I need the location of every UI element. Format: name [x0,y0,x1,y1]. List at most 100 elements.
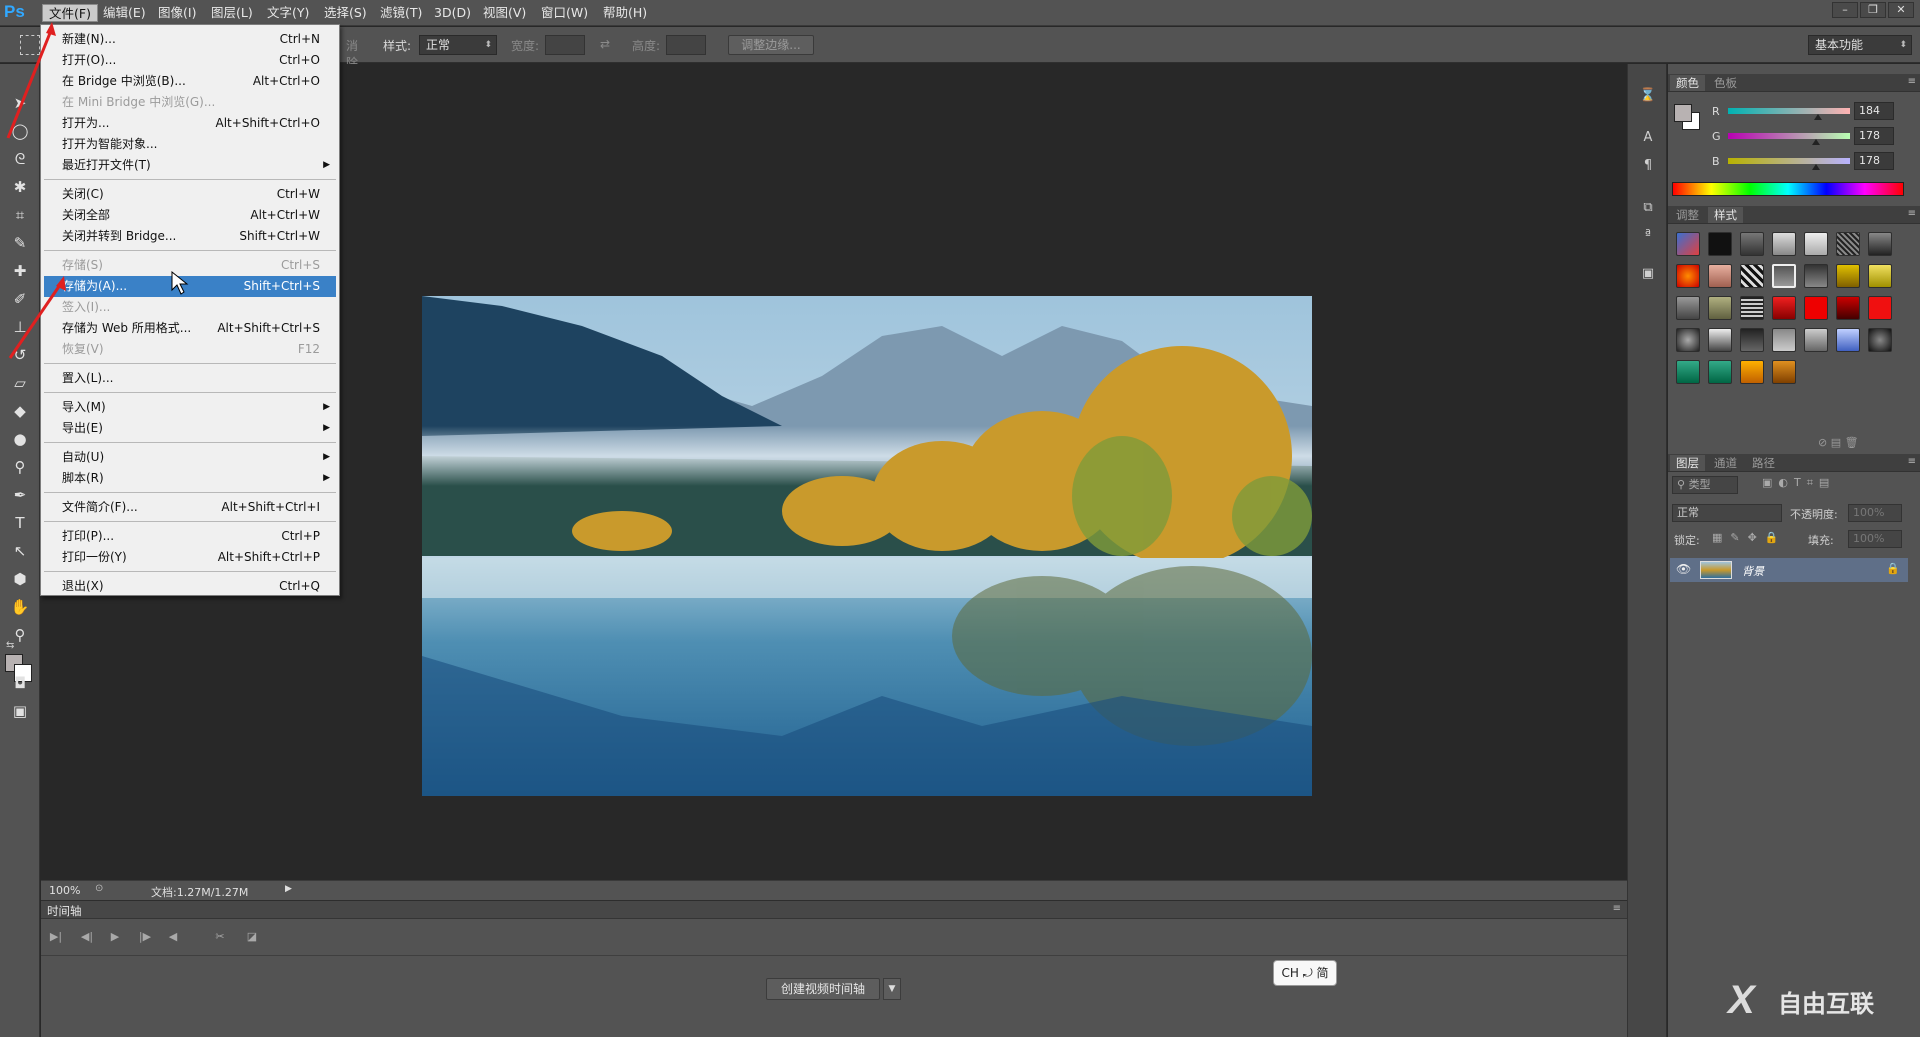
file-menu-item[interactable]: 最近打开文件(T) ▶ [44,155,336,176]
file-menu-item[interactable]: 关闭全部 Alt+Ctrl+W [44,205,336,226]
workspace-select[interactable]: 基本功能 ⬍ [1808,35,1912,55]
pen-icon[interactable]: ✒ [8,484,32,506]
history-panel-icon[interactable]: ⌛ [1638,86,1658,106]
crop-icon[interactable]: ⌗ [8,204,32,226]
style-swatch[interactable] [1772,328,1796,352]
play-icon[interactable]: ▶ [106,930,124,946]
style-swatch[interactable] [1740,296,1764,320]
tab-styles[interactable]: 样式 [1708,207,1743,223]
menu-type[interactable]: 文字(Y) [261,4,315,22]
file-menu-item[interactable]: 文件简介(F)... Alt+Shift+Ctrl+I [44,497,336,518]
style-swatch[interactable] [1772,360,1796,384]
style-select[interactable]: 正常 ⬍ [419,35,497,55]
style-swatch[interactable] [1708,296,1732,320]
quick-mask-icon[interactable]: ◘ [8,672,32,694]
style-swatch[interactable] [1676,296,1700,320]
file-menu-item[interactable]: 存储为 Web 所用格式... Alt+Shift+Ctrl+S [44,318,336,339]
file-menu-item[interactable]: 打开为智能对象... [44,134,336,155]
audio-icon[interactable]: ◀ [164,930,182,946]
lasso-icon[interactable]: ᘓ [8,148,32,170]
width-input[interactable] [545,35,585,55]
style-swatch[interactable] [1740,360,1764,384]
channel-r-slider[interactable] [1728,108,1850,114]
swap-colors-icon[interactable]: ⇆ [6,640,14,651]
color-spectrum-bar[interactable] [1672,182,1904,196]
menu-edit[interactable]: 编辑(E) [97,4,152,22]
create-video-timeline-button[interactable]: 创建视频时间轴 [766,978,880,1000]
restore-icon[interactable]: ❐ [1860,2,1886,18]
menu-select[interactable]: 选择(S) [318,4,373,22]
tab-color[interactable]: 颜色 [1670,75,1705,91]
panel-menu-icon[interactable]: ≡ [1908,76,1916,87]
file-menu-item[interactable]: 打开为... Alt+Shift+Ctrl+O [44,113,336,134]
file-menu-item[interactable]: 关闭并转到 Bridge... Shift+Ctrl+W [44,226,336,247]
channel-g-slider[interactable] [1728,133,1850,139]
file-menu-item[interactable]: 脚本(R) ▶ [44,468,336,489]
hand-tool-icon[interactable]: ✋ [8,596,32,618]
paragraph-panel-icon[interactable]: ¶ [1638,156,1658,176]
style-swatch[interactable] [1868,328,1892,352]
file-menu-item[interactable]: 新建(N)... Ctrl+N [44,29,336,50]
tool-presets-icon[interactable]: ⧉ [1638,198,1658,218]
style-swatch[interactable] [1740,264,1764,288]
chevron-down-icon[interactable]: ▼ [883,978,901,1000]
character-styles-icon[interactable]: ª [1638,226,1658,246]
file-menu-item[interactable]: 打印一份(Y) Alt+Shift+Ctrl+P [44,547,336,568]
channel-b-slider[interactable] [1728,158,1850,164]
menu-filter[interactable]: 滤镜(T) [374,4,428,22]
screen-mode-icon[interactable]: ▣ [8,700,32,722]
tab-channels[interactable]: 通道 [1708,455,1743,471]
style-swatch[interactable] [1836,264,1860,288]
next-frame-icon[interactable]: |▶ [136,930,154,946]
layer-filter-select[interactable]: ⚲ 类型 [1672,476,1738,494]
style-swatch[interactable] [1804,328,1828,352]
style-swatch[interactable] [1772,264,1796,288]
panel-menu-icon[interactable]: ≡ [1613,903,1621,914]
visibility-eye-icon[interactable]: 👁 [1676,562,1691,576]
move-tool-icon[interactable]: ➤ [8,92,32,114]
file-menu-item[interactable]: 关闭(C) Ctrl+W [44,184,336,205]
layer-name[interactable]: 背景 [1742,563,1764,579]
blend-mode-select[interactable]: 正常 [1672,504,1782,522]
menu-file[interactable]: 文件(F) [42,4,98,22]
style-swatch[interactable] [1868,264,1892,288]
style-swatch[interactable] [1740,328,1764,352]
eyedropper-icon[interactable]: ✎ [8,232,32,254]
history-brush-icon[interactable]: ↺ [8,344,32,366]
tab-layers[interactable]: 图层 [1670,455,1705,471]
style-swatch[interactable] [1708,360,1732,384]
dodge-icon[interactable]: ⚲ [8,456,32,478]
file-menu-item[interactable]: 导出(E) ▶ [44,418,336,439]
menu-layer[interactable]: 图层(L) [205,4,259,22]
style-swatch[interactable] [1708,328,1732,352]
menu-window[interactable]: 窗口(W) [535,4,594,22]
style-swatch[interactable] [1708,264,1732,288]
tab-swatches[interactable]: 色板 [1708,75,1743,91]
style-swatch[interactable] [1804,232,1828,256]
minimize-icon[interactable]: – [1832,2,1858,18]
channel-r-value[interactable]: 184 [1854,102,1894,120]
slider-thumb-icon[interactable] [1812,164,1820,170]
ime-indicator[interactable]: CH ⤾ 简 [1273,960,1337,986]
fill-input[interactable]: 100% [1848,530,1902,548]
style-swatch[interactable] [1868,232,1892,256]
status-menu-arrow-icon[interactable]: ▶ [285,884,292,894]
delete-style-icon[interactable]: ⊘ ▤ 🗑 [1818,436,1859,449]
menu-3d[interactable]: 3D(D) [428,4,477,22]
style-swatch[interactable] [1676,264,1700,288]
file-menu-item[interactable]: 存储为(A)... Shift+Ctrl+S [44,276,336,297]
layer-filter-icons[interactable]: ▣◐T⌗▤ [1762,476,1835,490]
style-swatch[interactable] [1868,296,1892,320]
style-swatch[interactable] [1740,232,1764,256]
panel-menu-icon[interactable]: ≡ [1908,208,1916,219]
file-menu-item[interactable]: 置入(L)... [44,368,336,389]
style-swatch[interactable] [1676,360,1700,384]
brush-icon[interactable]: ✐ [8,288,32,310]
style-swatch[interactable] [1708,232,1732,256]
style-swatch[interactable] [1836,232,1860,256]
style-swatch[interactable] [1676,232,1700,256]
file-menu-item[interactable]: 自动(U) ▶ [44,447,336,468]
marquee-tool-icon[interactable] [20,35,40,55]
slider-thumb-icon[interactable] [1812,139,1820,145]
actions-panel-icon[interactable]: ▣ [1638,264,1658,284]
